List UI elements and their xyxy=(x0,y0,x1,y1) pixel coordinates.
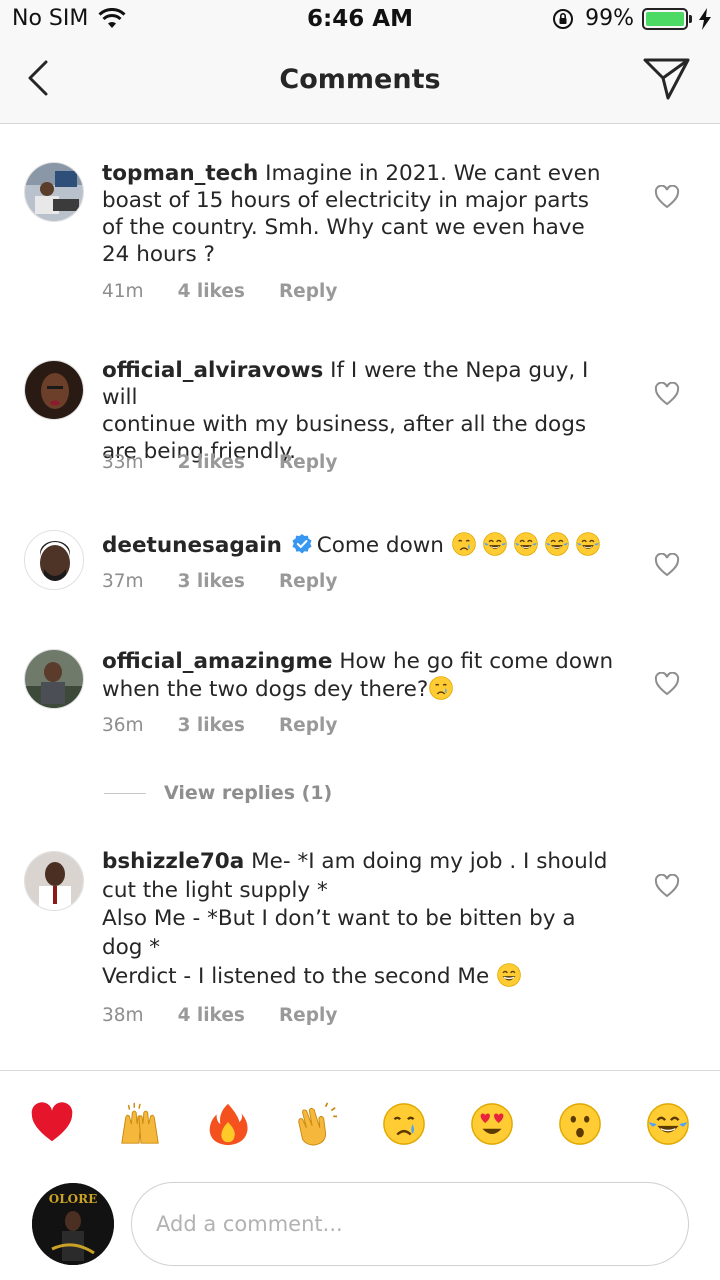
fire-reaction-button[interactable] xyxy=(205,1101,251,1147)
avatar[interactable]: OLORE xyxy=(32,1183,114,1265)
comment-time: 33m xyxy=(102,452,144,473)
divider xyxy=(104,792,146,794)
verified-badge-icon xyxy=(292,534,312,554)
comment-time: 36m xyxy=(102,715,144,736)
avatar-text: OLORE xyxy=(49,1192,97,1206)
navigation-header: Comments xyxy=(0,40,720,124)
comment-meta: 33m 2 likes Reply xyxy=(102,452,371,473)
comment-line: How he go fit come down xyxy=(332,649,614,674)
astonished-face-reaction-button[interactable] xyxy=(557,1101,603,1147)
comment-text: official_amazingme How he go fit come do… xyxy=(102,648,622,703)
comment-time: 38m xyxy=(102,1005,144,1026)
avatar[interactable] xyxy=(24,649,84,709)
comment-line: Verdict - I listened to the second Me xyxy=(102,964,497,989)
reply-button[interactable]: Reply xyxy=(279,715,337,736)
status-bar: No SIM 6:46 AM 99% xyxy=(0,0,720,40)
comment-meta: 38m 4 likes Reply xyxy=(102,1005,371,1026)
comment-text: official_alviravows If I were the Nepa g… xyxy=(102,357,622,465)
tears-of-joy-emoji xyxy=(482,531,508,557)
reply-button[interactable]: Reply xyxy=(279,281,337,302)
comment-line: 24 hours ? xyxy=(102,242,215,267)
tears-of-joy-emoji xyxy=(575,531,601,557)
comment-line: Also Me - *But I don’t want to be bitten… xyxy=(102,906,576,931)
battery-group: 99% xyxy=(551,6,712,31)
battery-icon xyxy=(642,7,692,30)
comment-text: topman_tech Imagine in 2021. We cant eve… xyxy=(102,160,622,268)
heart-icon[interactable] xyxy=(654,185,680,209)
comment-composer: OLORE xyxy=(0,1176,720,1280)
heart-icon[interactable] xyxy=(654,672,680,696)
crying-face-reaction-button[interactable] xyxy=(381,1101,427,1147)
comment-input[interactable] xyxy=(131,1182,689,1266)
red-heart-reaction-button[interactable] xyxy=(29,1101,75,1147)
raising-hands-reaction-button[interactable] xyxy=(117,1101,163,1147)
avatar[interactable] xyxy=(24,162,84,222)
comment-line: when the two dogs dey there? xyxy=(102,677,429,702)
comment-username[interactable]: official_alviravows xyxy=(102,358,323,383)
grinning-face-emoji xyxy=(496,962,522,988)
comment-time: 37m xyxy=(102,571,144,592)
comment-line: Me- *I am doing my job . I should xyxy=(244,849,608,874)
comment-text: bshizzle70a Me- *I am doing my job . I s… xyxy=(102,848,622,992)
comment-meta: 36m 3 likes Reply xyxy=(102,715,371,736)
comment-username[interactable]: deetunesagain xyxy=(102,533,282,558)
comment-line: boast of 15 hours of electricity in majo… xyxy=(102,188,589,213)
view-replies-button[interactable]: View replies (1) xyxy=(104,782,332,804)
reply-button[interactable]: Reply xyxy=(279,452,337,473)
comment-line: Come down xyxy=(316,533,451,558)
quick-reaction-bar xyxy=(0,1070,720,1176)
likes-count[interactable]: 3 likes xyxy=(178,715,245,736)
battery-percent: 99% xyxy=(585,6,634,31)
heart-icon[interactable] xyxy=(654,874,680,898)
comment-line: dog * xyxy=(102,934,161,960)
reply-button[interactable]: Reply xyxy=(279,571,337,592)
comment-emojis xyxy=(451,531,606,558)
comment-username[interactable]: bshizzle70a xyxy=(102,849,244,874)
clapping-hands-reaction-button[interactable] xyxy=(293,1101,339,1147)
avatar[interactable] xyxy=(24,360,84,420)
comment-username[interactable]: topman_tech xyxy=(102,161,258,186)
comment-line: Imagine in 2021. We cant even xyxy=(258,161,601,186)
tears-of-joy-emoji xyxy=(513,531,539,557)
crying-face-emoji xyxy=(451,531,477,557)
crying-face-emoji xyxy=(428,675,454,701)
comment-meta: 37m 3 likes Reply xyxy=(102,571,371,592)
comment-line: of the country. Smh. Why cant we even ha… xyxy=(102,215,585,240)
comment-emojis xyxy=(428,675,459,702)
rotation-lock-icon xyxy=(553,8,574,29)
comment-time: 41m xyxy=(102,281,144,302)
reply-button[interactable]: Reply xyxy=(279,1005,337,1026)
view-replies-label: View replies (1) xyxy=(164,782,333,804)
comment-username[interactable]: official_amazingme xyxy=(102,649,332,674)
tears-of-joy-emoji xyxy=(544,531,570,557)
comment-meta: 41m 4 likes Reply xyxy=(102,281,371,302)
likes-count[interactable]: 4 likes xyxy=(178,281,245,302)
heart-icon[interactable] xyxy=(654,382,680,406)
avatar[interactable] xyxy=(24,530,84,590)
page-title: Comments xyxy=(279,64,441,95)
comment-emojis xyxy=(496,962,527,989)
likes-count[interactable]: 4 likes xyxy=(178,1005,245,1026)
comment-line: continue with my business, after all the… xyxy=(102,412,587,437)
avatar[interactable] xyxy=(24,851,84,911)
heart-eyes-reaction-button[interactable] xyxy=(469,1101,515,1147)
paper-plane-icon[interactable] xyxy=(642,54,692,102)
charging-bolt-icon xyxy=(699,7,711,30)
likes-count[interactable]: 2 likes xyxy=(178,452,245,473)
likes-count[interactable]: 3 likes xyxy=(178,571,245,592)
tears-of-joy-reaction-button[interactable] xyxy=(645,1101,691,1147)
heart-icon[interactable] xyxy=(654,553,680,577)
comment-line: cut the light supply * xyxy=(102,877,328,903)
comment-text: deetunesagain Come down xyxy=(102,531,622,559)
